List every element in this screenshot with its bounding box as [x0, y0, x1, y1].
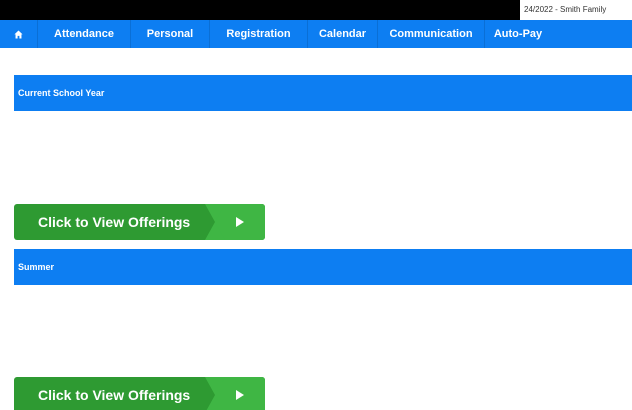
view-offerings-button-summer[interactable]: Click to View Offerings	[14, 377, 265, 410]
section-header-summer: Summer	[14, 249, 632, 285]
nav-personal[interactable]: Personal	[131, 20, 210, 48]
button-arrow-area	[205, 204, 265, 240]
nav-registration[interactable]: Registration	[210, 20, 308, 48]
play-arrow-icon	[236, 217, 244, 227]
home-icon	[14, 29, 23, 39]
main-nav: Attendance Personal Registration Calenda…	[0, 20, 632, 48]
top-bar: 24/2022 - Smith Family	[0, 0, 632, 20]
view-offerings-label: Click to View Offerings	[38, 387, 191, 403]
play-arrow-icon	[236, 390, 244, 400]
view-offerings-button-current-year[interactable]: Click to View Offerings	[14, 204, 265, 240]
nav-auto-pay[interactable]: Auto-Pay	[485, 20, 551, 48]
button-arrow-area	[205, 377, 265, 410]
arrow-notch	[205, 204, 215, 240]
view-offerings-label: Click to View Offerings	[38, 214, 191, 230]
arrow-notch	[205, 377, 215, 410]
family-info-text: 24/2022 - Smith Family	[520, 0, 632, 20]
nav-attendance[interactable]: Attendance	[38, 20, 131, 48]
nav-home[interactable]	[0, 20, 38, 48]
section-header-current-school-year: Current School Year	[14, 75, 632, 111]
nav-calendar[interactable]: Calendar	[308, 20, 378, 48]
nav-communication[interactable]: Communication	[378, 20, 485, 48]
